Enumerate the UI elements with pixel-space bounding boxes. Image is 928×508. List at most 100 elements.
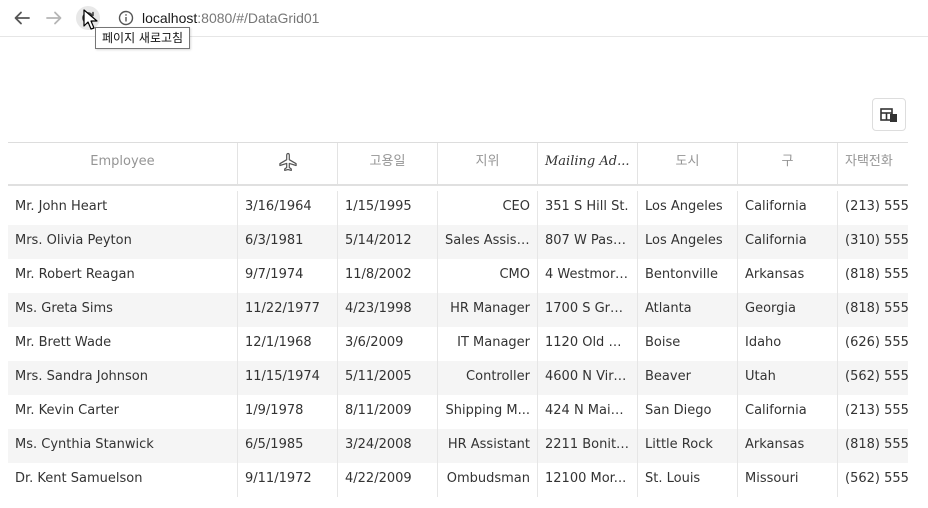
info-icon[interactable] xyxy=(117,9,135,27)
cell-city: Los Angeles xyxy=(638,225,738,259)
column-chooser-button[interactable] xyxy=(872,98,906,131)
cell-phone: (818) 555- xyxy=(838,293,908,327)
cell-address: 351 S Hill St. xyxy=(538,191,638,225)
header-position[interactable]: 지위 xyxy=(438,143,538,184)
cell-position: HR Manager xyxy=(438,293,538,327)
cell-phone: (818) 555- xyxy=(838,259,908,293)
cell-hire-date: 11/8/2002 xyxy=(338,259,438,293)
header-employee[interactable]: Employee xyxy=(8,143,238,184)
cell-employee: Mrs. Olivia Peyton xyxy=(8,225,238,259)
cell-state: Utah xyxy=(738,361,838,395)
cell-position: HR Assistant xyxy=(438,429,538,463)
cell-phone: (562) 555- xyxy=(838,463,908,497)
table-row[interactable]: Mrs. Sandra Johnson 11/15/1974 5/11/2005… xyxy=(8,361,908,395)
cell-address: 424 N Main... xyxy=(538,395,638,429)
cell-hire-date: 4/23/1998 xyxy=(338,293,438,327)
cell-state: Missouri xyxy=(738,463,838,497)
cell-phone: (562) 555- xyxy=(838,361,908,395)
cell-address: 1700 S Gra... xyxy=(538,293,638,327)
cell-birth-date: 9/7/1974 xyxy=(238,259,338,293)
header-hire-date[interactable]: 고용일 xyxy=(338,143,438,184)
table-row[interactable]: Dr. Kent Samuelson 9/11/1972 4/22/2009 O… xyxy=(8,463,908,497)
cell-position: Shipping M... xyxy=(438,395,538,429)
cell-position: IT Manager xyxy=(438,327,538,361)
column-chooser-icon xyxy=(880,107,897,122)
cell-birth-date: 6/3/1981 xyxy=(238,225,338,259)
table-row[interactable]: Mrs. Olivia Peyton 6/3/1981 5/14/2012 Sa… xyxy=(8,225,908,259)
cell-city: Bentonville xyxy=(638,259,738,293)
cell-position: Controller xyxy=(438,361,538,395)
cell-phone: (626) 555- xyxy=(838,327,908,361)
table-row[interactable]: Mr. Kevin Carter 1/9/1978 8/11/2009 Ship… xyxy=(8,395,908,429)
cell-employee: Dr. Kent Samuelson xyxy=(8,463,238,497)
cell-city: Little Rock xyxy=(638,429,738,463)
cell-state: California xyxy=(738,395,838,429)
cell-birth-date: 9/11/1972 xyxy=(238,463,338,497)
cell-employee: Mr. Kevin Carter xyxy=(8,395,238,429)
cell-state: Arkansas xyxy=(738,259,838,293)
cell-address: 807 W Pase... xyxy=(538,225,638,259)
table-row[interactable]: Ms. Greta Sims 11/22/1977 4/23/1998 HR M… xyxy=(8,293,908,327)
header-city[interactable]: 도시 xyxy=(638,143,738,184)
cell-hire-date: 4/22/2009 xyxy=(338,463,438,497)
cell-city: St. Louis xyxy=(638,463,738,497)
cell-birth-date: 1/9/1978 xyxy=(238,395,338,429)
cell-position: CEO xyxy=(438,191,538,225)
data-grid: Employee 고용일 지위 Mailing Ad... 도시 구 자택전화 … xyxy=(8,142,908,497)
cell-city: San Diego xyxy=(638,395,738,429)
cell-city: Beaver xyxy=(638,361,738,395)
cell-hire-date: 3/6/2009 xyxy=(338,327,438,361)
header-home-phone[interactable]: 자택전화 xyxy=(838,143,908,184)
cell-employee: Mr. Brett Wade xyxy=(8,327,238,361)
grid-header-row: Employee 고용일 지위 Mailing Ad... 도시 구 자택전화 xyxy=(8,143,908,186)
cell-address: 1120 Old M... xyxy=(538,327,638,361)
cell-address: 4 Westmore... xyxy=(538,259,638,293)
cell-birth-date: 11/15/1974 xyxy=(238,361,338,395)
cell-hire-date: 5/14/2012 xyxy=(338,225,438,259)
cell-employee: Ms. Cynthia Stanwick xyxy=(8,429,238,463)
cell-birth-date: 12/1/1968 xyxy=(238,327,338,361)
table-row[interactable]: Mr. Brett Wade 12/1/1968 3/6/2009 IT Man… xyxy=(8,327,908,361)
cell-birth-date: 3/16/1964 xyxy=(238,191,338,225)
table-row[interactable]: Mr. John Heart 3/16/1964 1/15/1995 CEO 3… xyxy=(8,191,908,225)
cell-state: Georgia xyxy=(738,293,838,327)
airplane-icon xyxy=(278,152,297,171)
cell-employee: Mr. Robert Reagan xyxy=(8,259,238,293)
cell-hire-date: 8/11/2009 xyxy=(338,395,438,429)
cell-city: Atlanta xyxy=(638,293,738,327)
forward-button[interactable] xyxy=(42,6,66,30)
cell-employee: Mr. John Heart xyxy=(8,191,238,225)
back-button[interactable] xyxy=(10,6,34,30)
cell-position: CMO xyxy=(438,259,538,293)
url-path: :8080/#/DataGrid01 xyxy=(197,10,320,26)
table-row[interactable]: Mr. Robert Reagan 9/7/1974 11/8/2002 CMO… xyxy=(8,259,908,293)
url-host: localhost xyxy=(142,10,198,26)
arrow-right-icon xyxy=(46,11,62,25)
cell-city: Los Angeles xyxy=(638,191,738,225)
cell-address: 12100 Mor... xyxy=(538,463,638,497)
table-row[interactable]: Ms. Cynthia Stanwick 6/5/1985 3/24/2008 … xyxy=(8,429,908,463)
cell-employee: Ms. Greta Sims xyxy=(8,293,238,327)
reload-tooltip: 페이지 새로고침 xyxy=(95,27,191,49)
cell-phone: (818) 555- xyxy=(838,429,908,463)
cell-state: California xyxy=(738,191,838,225)
cell-address: 4600 N Virg... xyxy=(538,361,638,395)
header-mailing-address[interactable]: Mailing Ad... xyxy=(538,143,638,184)
mouse-cursor-icon xyxy=(83,9,98,30)
cell-hire-date: 5/11/2005 xyxy=(338,361,438,395)
cell-birth-date: 11/22/1977 xyxy=(238,293,338,327)
cell-hire-date: 3/24/2008 xyxy=(338,429,438,463)
cell-position: Sales Assist... xyxy=(438,225,538,259)
header-airplane[interactable] xyxy=(238,143,338,184)
address-bar[interactable]: localhost:8080/#/DataGrid01 xyxy=(142,9,319,27)
header-state[interactable]: 구 xyxy=(738,143,838,184)
cell-phone: (213) 555- xyxy=(838,395,908,429)
cell-position: Ombudsman xyxy=(438,463,538,497)
cell-phone: (310) 555- xyxy=(838,225,908,259)
cell-city: Boise xyxy=(638,327,738,361)
cell-phone: (213) 555- xyxy=(838,191,908,225)
cell-state: Idaho xyxy=(738,327,838,361)
cell-birth-date: 6/5/1985 xyxy=(238,429,338,463)
cell-employee: Mrs. Sandra Johnson xyxy=(8,361,238,395)
cell-state: Arkansas xyxy=(738,429,838,463)
